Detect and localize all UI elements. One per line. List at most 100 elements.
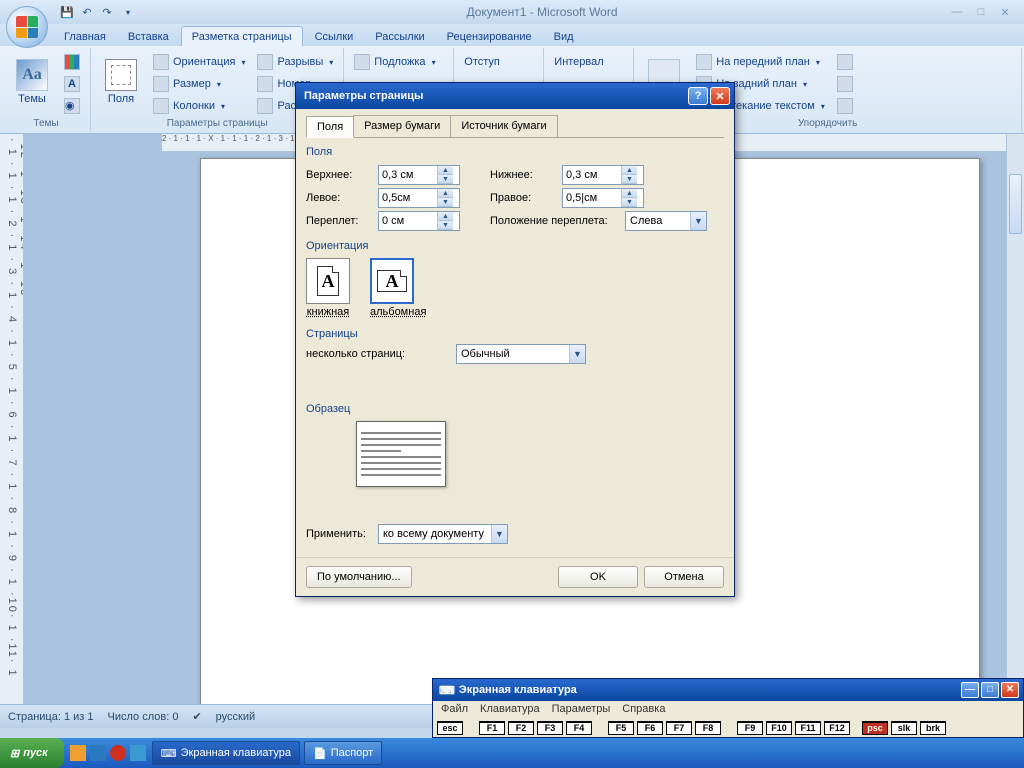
watermark-button[interactable]: Подложка [350,52,439,72]
default-button[interactable]: По умолчанию... [306,566,412,588]
key-f11[interactable]: F11 [795,721,821,735]
tab-view[interactable]: Вид [544,27,584,46]
undo-icon[interactable]: ↶ [78,3,96,21]
minimize-icon[interactable]: — [948,6,966,19]
osk-menu-keyboard[interactable]: Клавиатура [480,703,540,717]
on-screen-keyboard-window: ⌨ Экранная клавиатура — □ ✕ Файл Клавиат… [432,678,1024,738]
maximize-icon[interactable]: □ [972,6,990,19]
theme-fonts-button[interactable]: A [60,74,84,94]
start-button[interactable]: ⊞ пуск [0,738,64,768]
tab-paper-size[interactable]: Размер бумаги [353,115,451,137]
quick-launch-icon[interactable] [70,745,86,761]
bring-front-button[interactable]: На передний план [692,52,829,72]
chevron-down-icon[interactable]: ▼ [491,525,507,543]
input-top[interactable] [379,169,437,181]
quick-launch-icon[interactable] [110,745,126,761]
tab-insert[interactable]: Вставка [118,27,179,46]
taskbar-item-passport[interactable]: 📄 Паспорт [304,741,382,765]
rotate-button[interactable] [833,96,857,116]
title-bar: 💾 ↶ ↷ Документ1 - Microsoft Word — □ ✕ [0,0,1024,24]
dialog-help-button[interactable]: ? [688,87,708,105]
tab-home[interactable]: Главная [54,27,116,46]
ok-button[interactable]: OK [558,566,638,588]
osk-menu-help[interactable]: Справка [622,703,665,717]
key-f2[interactable]: F2 [508,721,534,735]
combo-applyto[interactable]: ко всему документу▼ [378,524,508,544]
spin-bottom[interactable]: ▲▼ [562,165,644,185]
osk-titlebar[interactable]: ⌨ Экранная клавиатура — □ ✕ [433,679,1023,701]
tab-mailings[interactable]: Рассылки [365,27,434,46]
spin-gutter[interactable]: ▲▼ [378,211,460,231]
dialog-titlebar[interactable]: Параметры страницы ? ✕ [296,83,734,109]
columns-button[interactable]: Колонки [149,96,249,116]
qat-dropdown-icon[interactable] [118,3,136,21]
key-f9[interactable]: F9 [737,721,763,735]
osk-maximize-button[interactable]: □ [981,682,999,698]
key-f7[interactable]: F7 [666,721,692,735]
breaks-button[interactable]: Разрывы [253,52,337,72]
align-button[interactable] [833,52,857,72]
taskbar-item-osk[interactable]: ⌨ Экранная клавиатура [152,741,300,765]
status-proofing-icon[interactable]: ✔ [192,710,201,723]
theme-effects-button[interactable]: ◉ [60,96,84,116]
spin-up-icon[interactable]: ▲ [438,166,453,175]
save-icon[interactable]: 💾 [58,3,76,21]
status-page[interactable]: Страница: 1 из 1 [8,711,94,723]
breaks-icon [257,54,273,70]
redo-icon[interactable]: ↷ [98,3,116,21]
theme-colors-button[interactable] [60,52,84,72]
office-button[interactable] [6,6,48,48]
pages-section-label: Страницы [306,328,724,340]
tab-margins[interactable]: Поля [306,116,354,138]
osk-minimize-button[interactable]: — [961,682,979,698]
cancel-button[interactable]: Отмена [644,566,724,588]
status-words[interactable]: Число слов: 0 [108,711,179,723]
group-button[interactable] [833,74,857,94]
spin-down-icon[interactable]: ▼ [438,175,453,184]
status-language[interactable]: русский [216,711,255,723]
spin-left[interactable]: ▲▼ [378,188,460,208]
dialog-close-button[interactable]: ✕ [710,87,730,105]
combo-gutter-position[interactable]: Слева▼ [625,211,707,231]
key-f1[interactable]: F1 [479,721,505,735]
tab-paper-source[interactable]: Источник бумаги [450,115,557,137]
tab-review[interactable]: Рецензирование [437,27,542,46]
key-f6[interactable]: F6 [637,721,663,735]
orientation-button[interactable]: Ориентация [149,52,249,72]
close-icon[interactable]: ✕ [996,6,1014,19]
input-gutter[interactable] [379,215,437,227]
spin-right[interactable]: ▲▼ [562,188,644,208]
quick-launch-icon[interactable] [130,745,146,761]
quick-launch-icon[interactable] [90,745,106,761]
spin-top[interactable]: ▲▼ [378,165,460,185]
orientation-landscape[interactable]: A альбомная [370,258,426,318]
key-f4[interactable]: F4 [566,721,592,735]
vertical-ruler[interactable]: · 1 · 1 · 1 · 2 · 1 · 3 · 1 · 4 · 1 · 5 … [0,134,24,704]
margins-button[interactable]: Поля [97,50,145,114]
key-f3[interactable]: F3 [537,721,563,735]
chevron-down-icon[interactable]: ▼ [690,212,706,230]
osk-menu-file[interactable]: Файл [441,703,468,717]
input-bottom[interactable] [563,169,621,181]
orientation-portrait[interactable]: A книжная [306,258,350,318]
tab-references[interactable]: Ссылки [305,27,364,46]
key-psc[interactable]: psc [862,721,888,735]
osk-menu-params[interactable]: Параметры [552,703,611,717]
key-f12[interactable]: F12 [824,721,850,735]
scrollbar-thumb[interactable] [1009,174,1022,234]
key-f5[interactable]: F5 [608,721,634,735]
chevron-down-icon[interactable]: ▼ [569,345,585,363]
tab-page-layout[interactable]: Разметка страницы [181,26,303,46]
osk-close-button[interactable]: ✕ [1001,682,1019,698]
combo-multipages[interactable]: Обычный▼ [456,344,586,364]
key-f10[interactable]: F10 [766,721,792,735]
input-right[interactable] [563,192,621,204]
vertical-scrollbar[interactable] [1006,134,1024,704]
key-esc[interactable]: esc [437,721,463,735]
themes-button[interactable]: Aa Темы [8,50,56,114]
input-left[interactable] [379,192,437,204]
key-slk[interactable]: slk [891,721,917,735]
key-f8[interactable]: F8 [695,721,721,735]
key-brk[interactable]: brk [920,721,946,735]
size-button[interactable]: Размер [149,74,249,94]
